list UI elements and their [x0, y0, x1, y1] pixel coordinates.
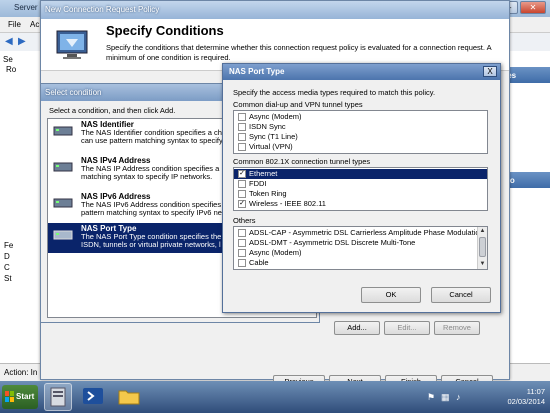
close-button[interactable]: X	[483, 66, 497, 77]
list-item[interactable]: ✓ Wireless - IEEE 802.11	[236, 199, 487, 209]
server-icon	[50, 387, 66, 407]
page-description: Specify the conditions that determine wh…	[106, 43, 492, 62]
group-label: Others	[233, 216, 256, 225]
checkbox-checked[interactable]: ✓	[238, 200, 246, 208]
tree-item[interactable]: Fe	[4, 241, 13, 250]
ok-button[interactable]: OK	[361, 287, 421, 303]
checkbox-checked[interactable]: ✓	[238, 170, 246, 178]
condition-name: NAS Identifier	[81, 120, 134, 129]
checkbox[interactable]	[238, 133, 246, 141]
list-item[interactable]: Cable	[236, 258, 477, 268]
condition-name: NAS Port Type	[81, 224, 137, 233]
network-device-icon	[53, 230, 73, 240]
checkbox[interactable]	[238, 259, 246, 267]
close-icon[interactable]: ✕	[520, 1, 546, 14]
list-item[interactable]: Virtual (VPN)	[236, 142, 487, 152]
tree-item[interactable]: St	[4, 274, 12, 283]
menu-file[interactable]: File	[8, 20, 21, 29]
status-text: Action: In	[4, 368, 38, 377]
checkbox[interactable]	[238, 229, 246, 237]
select-condition-instruction: Select a condition, and then click Add.	[49, 106, 176, 115]
cancel-button[interactable]: Cancel	[431, 287, 491, 303]
network-device-icon	[53, 198, 73, 208]
list-item[interactable]: ADSL-CAP - Asymmetric DSL Carrierless Am…	[236, 228, 477, 238]
page-title: Specify Conditions	[106, 23, 224, 38]
list-item[interactable]: Token Ring	[236, 189, 487, 199]
group-label: Common 802.1X connection tunnel types	[233, 157, 371, 166]
list-item[interactable]: Async (Modem)	[236, 112, 487, 122]
taskbar: Start ⚑ ▦ ♪	[0, 381, 550, 413]
start-label: Start	[16, 392, 35, 401]
nas-port-type-titlebar: NAS Port Type X	[223, 64, 500, 80]
remove-condition-button[interactable]: Remove	[434, 321, 480, 335]
list-item[interactable]: ✓ Ethernet	[234, 169, 487, 179]
nas-port-type-title: NAS Port Type	[229, 67, 285, 76]
clock-time: 11:07	[526, 387, 545, 396]
vertical-scrollbar[interactable]: ▲ ▼	[477, 227, 487, 269]
condition-name: NAS IPv6 Address	[81, 192, 151, 201]
group-label: Common dial-up and VPN tunnel types	[233, 100, 363, 109]
network-device-icon	[53, 126, 73, 136]
others-listbox[interactable]: ADSL-CAP - Asymmetric DSL Carrierless Am…	[233, 226, 488, 270]
list-item[interactable]: FDDI	[236, 179, 487, 189]
nas-port-type-dialog: NAS Port Type X Specify the access media…	[222, 63, 501, 313]
powershell-taskbar-icon[interactable]	[80, 383, 108, 411]
system-clock[interactable]: 11:07 02/03/2014	[475, 387, 545, 407]
folder-icon	[118, 390, 140, 405]
start-button[interactable]: Start	[2, 385, 38, 409]
scroll-down-icon[interactable]: ▼	[478, 260, 487, 269]
server-manager-title: Server	[14, 3, 38, 12]
flag-icon[interactable]: ⚑	[427, 392, 435, 403]
tree-item[interactable]: Se	[3, 55, 13, 64]
tree-item[interactable]: D	[4, 252, 10, 261]
menu-action[interactable]: Ac	[30, 20, 39, 29]
list-item[interactable]: ISDN Sync	[236, 122, 487, 132]
edit-condition-button[interactable]: Edit...	[384, 321, 430, 335]
navigation-tree: Se Ro Fe D C St	[0, 51, 42, 363]
network-device-icon	[53, 162, 73, 172]
wizard-title: New Connection Request Policy	[45, 5, 160, 14]
list-item[interactable]: Async (Modem)	[236, 248, 477, 258]
condition-name: NAS IPv4 Address	[81, 156, 151, 165]
checkbox[interactable]	[238, 190, 246, 198]
list-item[interactable]: Sync (T1 Line)	[236, 132, 487, 142]
explorer-taskbar-icon[interactable]	[116, 383, 144, 411]
checkbox[interactable]	[238, 239, 246, 247]
scroll-thumb[interactable]	[479, 237, 486, 257]
tree-item[interactable]: Ro	[6, 65, 16, 74]
checkbox[interactable]	[238, 180, 246, 188]
checkbox[interactable]	[238, 143, 246, 151]
back-arrow-icon[interactable]: ◀	[5, 36, 13, 47]
network-icon[interactable]: ▦	[441, 392, 450, 403]
add-condition-button[interactable]: Add...	[334, 321, 380, 335]
select-condition-title: Select condition	[45, 88, 102, 97]
powershell-icon	[83, 388, 103, 404]
windows-logo-icon	[5, 391, 14, 402]
dialup-vpn-listbox[interactable]: Async (Modem) ISDN Sync Sync (T1 Line) V…	[233, 110, 488, 154]
volume-icon[interactable]: ♪	[456, 392, 461, 402]
dialog-instruction: Specify the access media types required …	[233, 88, 436, 97]
tree-item[interactable]: C	[4, 263, 10, 272]
forward-arrow-icon[interactable]: ▶	[18, 36, 26, 47]
scroll-up-icon[interactable]: ▲	[478, 227, 487, 236]
dot1x-listbox[interactable]: ✓ Ethernet FDDI Token Ring ✓ Wireless - IE…	[233, 167, 488, 211]
checkbox[interactable]	[238, 123, 246, 131]
checkbox[interactable]	[238, 249, 246, 257]
clock-date: 02/03/2014	[507, 397, 545, 406]
list-item[interactable]: ADSL-DMT - Asymmetric DSL Discrete Multi…	[236, 238, 477, 248]
wizard-titlebar: New Connection Request Policy	[41, 1, 509, 19]
server-manager-taskbar-icon[interactable]	[44, 383, 72, 411]
checkbox[interactable]	[238, 113, 246, 121]
monitor-icon	[56, 30, 88, 59]
